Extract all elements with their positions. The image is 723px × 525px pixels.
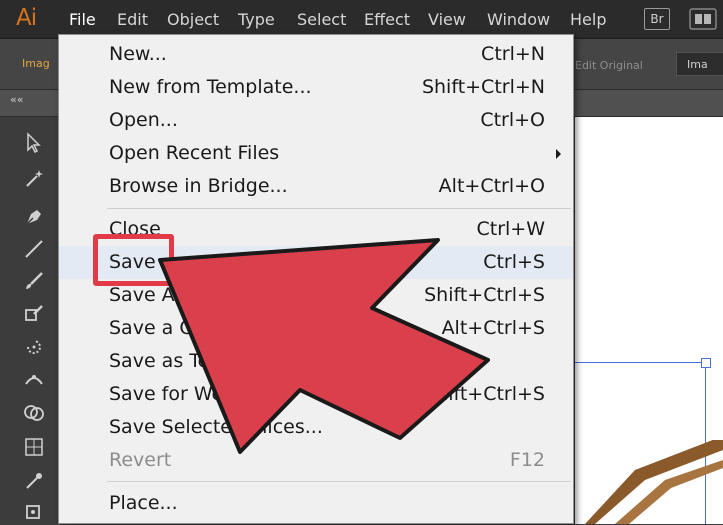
shape-builder-tool-icon[interactable] [20, 399, 48, 427]
selection-tool-icon[interactable] [20, 129, 48, 157]
illustrator-logo: Ai [16, 5, 37, 31]
menu-file[interactable]: File [69, 10, 96, 29]
artboard-corner-handle[interactable] [701, 358, 711, 368]
artboard-top-edge [575, 362, 705, 363]
menu-item-revert: Revert F12 [109, 449, 545, 471]
image-trace-button[interactable]: Ima [676, 52, 723, 76]
menu-item-place[interactable]: Place... [59, 487, 573, 520]
menu-item-save-a-copy[interactable]: Save a Copy... Alt+Ctrl+S [59, 312, 573, 345]
menu-item-browse-in-bridge[interactable]: Browse in Bridge... Alt+Ctrl+O [59, 170, 573, 203]
menu-edit[interactable]: Edit [117, 10, 148, 29]
collapse-panel-icon[interactable]: «« [10, 93, 23, 106]
pen-tool-icon[interactable] [20, 203, 48, 231]
shaper-tool-icon[interactable] [20, 299, 48, 327]
paintbrush-tool-icon[interactable] [20, 267, 48, 295]
bridge-button[interactable]: Br [644, 8, 670, 30]
menu-effect[interactable]: Effect [364, 10, 410, 29]
toolbox [0, 117, 59, 524]
menu-item-save-as-template[interactable]: Save as Template... [59, 345, 573, 378]
edit-original-button[interactable]: Edit Original [575, 59, 643, 72]
width-tool-icon[interactable] [20, 365, 48, 393]
menu-select[interactable]: Select [297, 10, 346, 29]
mesh-tool-icon[interactable] [20, 433, 48, 461]
menu-item-save-for-web[interactable]: Save for Web... Alt+Shift+Ctrl+S [59, 378, 573, 411]
menu-item-new-from-template[interactable]: New from Template... Shift+Ctrl+N [59, 71, 573, 104]
save-highlight-box [93, 234, 174, 286]
blend-tool-icon[interactable] [20, 497, 48, 525]
menu-view[interactable]: View [428, 10, 466, 29]
eyedropper-tool-icon[interactable] [20, 467, 48, 495]
menu-item-new[interactable]: New... Ctrl+N [59, 38, 573, 71]
menu-separator [107, 208, 571, 209]
menu-item-open[interactable]: Open... Ctrl+O [59, 104, 573, 137]
menu-separator [107, 481, 571, 482]
control-bar-image-label: Imag [22, 57, 50, 70]
menu-object[interactable]: Object [167, 10, 219, 29]
arrange-documents-icon[interactable] [689, 8, 717, 30]
artwork-brush-stroke [575, 440, 723, 524]
submenu-arrow-icon [556, 149, 561, 159]
menu-help[interactable]: Help [570, 10, 606, 29]
rotate-tool-icon[interactable] [20, 333, 48, 361]
magic-wand-tool-icon[interactable] [20, 165, 48, 193]
menu-type[interactable]: Type [238, 10, 275, 29]
menu-item-save-selected-slices[interactable]: Save Selected Slices... [59, 411, 573, 444]
menu-item-open-recent-files[interactable]: Open Recent Files [59, 137, 573, 170]
line-tool-icon[interactable] [20, 235, 48, 263]
menu-window[interactable]: Window [487, 10, 550, 29]
